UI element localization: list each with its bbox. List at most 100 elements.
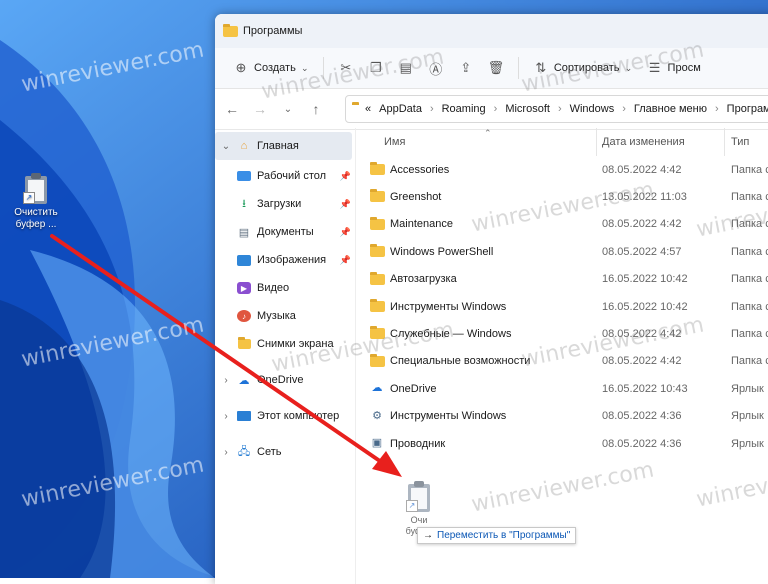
recent-chevron-icon[interactable]: ⌄ <box>281 104 295 115</box>
file-name: Инструменты Windows <box>390 300 507 313</box>
navigation-pane: ⌄ ⌂ Главная Рабочий стол 📌 ⭳ Загрузки 📌 … <box>215 128 356 584</box>
drag-tooltip-text: Переместить в "Программы" <box>437 530 571 541</box>
file-type: Папка с <box>731 355 768 368</box>
table-row[interactable]: Автозагрузка 16.05.2022 10:42 Папка с <box>356 266 768 293</box>
copy-icon[interactable]: ❐ <box>368 60 384 76</box>
delete-icon[interactable]: 🗑 <box>488 60 505 76</box>
file-name: Maintenance <box>390 218 453 231</box>
file-name: Служебные — Windows <box>390 328 512 341</box>
view-button[interactable]: ☰ Просм <box>647 60 701 76</box>
cut-icon[interactable]: ✂ <box>338 60 354 76</box>
table-row[interactable]: ⚙ Инструменты Windows 08.05.2022 4:36 Ярлык <box>356 403 768 430</box>
pin-icon: 📌 <box>339 226 351 237</box>
folder-icon <box>370 271 385 285</box>
sidebar-item-network[interactable]: › 🖧 Сеть <box>215 438 355 466</box>
sidebar-item-desktop[interactable]: Рабочий стол 📌 <box>215 162 355 190</box>
table-row[interactable]: Greenshot 13.05.2022 11:03 Папка с <box>356 183 768 210</box>
share-icon[interactable]: ⇪ <box>458 60 474 76</box>
file-type: Ярлык <box>731 382 764 395</box>
breadcrumb-item[interactable]: AppData <box>379 103 422 115</box>
table-row[interactable]: Maintenance 08.05.2022 4:42 Папка с <box>356 211 768 238</box>
desktop-shortcut-clear-clipboard[interactable]: ↗ Очистить буфер ... <box>10 172 62 231</box>
music-icon: ♪ <box>237 310 251 322</box>
breadcrumb-item[interactable]: Программ <box>727 103 768 115</box>
title-bar[interactable]: Программы <box>215 14 768 48</box>
sidebar-item-pictures[interactable]: Изображения 📌 <box>215 246 355 274</box>
file-name: Accessories <box>390 163 450 176</box>
breadcrumb-item[interactable]: Главное меню <box>634 103 707 115</box>
chevron-right-icon[interactable]: › <box>219 375 233 386</box>
file-date: 08.05.2022 4:57 <box>602 245 682 258</box>
sidebar-item-label: Рабочий стол <box>257 170 327 182</box>
command-bar: ⊕ Создать ⌄ ✂ ❐ ▤ Ⓐ ⇪ 🗑 ⇅ Сортировать ⌄ … <box>215 48 768 89</box>
new-button[interactable]: ⊕ Создать ⌄ <box>233 60 309 76</box>
breadcrumb-item[interactable]: Windows <box>570 103 615 115</box>
file-date: 16.05.2022 10:43 <box>602 382 688 395</box>
rename-icon[interactable]: Ⓐ <box>428 60 444 77</box>
sidebar-item-this-pc[interactable]: › Этот компьютер <box>215 402 355 430</box>
column-divider[interactable] <box>724 128 725 156</box>
sidebar-item-documents[interactable]: ▤ Документы 📌 <box>215 218 355 246</box>
network-icon: 🖧 <box>237 445 251 458</box>
table-row[interactable]: Инструменты Windows 16.05.2022 10:42 Папка… <box>356 293 768 320</box>
file-type: Папка с <box>731 273 768 286</box>
sidebar-item-label: Видео <box>257 282 290 294</box>
sidebar-item-label: Сеть <box>257 446 282 458</box>
file-type: Папка с <box>731 163 768 176</box>
shortcut-icon: ☁ <box>371 382 383 395</box>
up-arrow-icon[interactable]: ↑ <box>309 101 323 117</box>
sidebar-item-label: Снимки экрана <box>257 338 334 350</box>
chevron-right-icon[interactable]: › <box>219 411 233 422</box>
breadcrumb-overflow[interactable]: « <box>365 103 371 115</box>
breadcrumb-item[interactable]: Roaming <box>442 103 486 115</box>
file-date: 08.05.2022 4:36 <box>602 437 682 450</box>
drag-tooltip: → Переместить в "Программы" <box>417 527 577 544</box>
table-row[interactable]: ▣ Проводник 08.05.2022 4:36 Ярлык <box>356 430 768 457</box>
sidebar-item-label: Загрузки <box>257 198 302 210</box>
file-name: Windows PowerShell <box>390 245 494 258</box>
column-header-row: ⌃ Имя Дата изменения Тип <box>356 128 768 156</box>
file-type: Ярлык <box>731 410 764 423</box>
sidebar-item-videos[interactable]: ▶ Видео <box>215 274 355 302</box>
back-arrow-icon[interactable]: ← <box>225 101 239 117</box>
file-explorer-window: Программы ⊕ Создать ⌄ ✂ ❐ ▤ Ⓐ ⇪ 🗑 ⇅ Сорт… <box>215 14 768 584</box>
computer-icon <box>237 411 251 421</box>
sidebar-item-screenshots[interactable]: Снимки экрана <box>215 330 355 358</box>
file-name: Специальные возможности <box>390 355 531 368</box>
file-name: Greenshot <box>390 191 442 204</box>
column-header-type[interactable]: Тип <box>731 136 749 148</box>
chevron-down-icon[interactable]: ⌄ <box>219 141 233 152</box>
column-header-date[interactable]: Дата изменения <box>602 136 685 148</box>
column-divider[interactable] <box>596 128 597 156</box>
breadcrumb-separator-icon: › <box>493 103 498 115</box>
breadcrumb-item[interactable]: Microsoft <box>505 103 550 115</box>
toolbar-divider <box>517 57 519 79</box>
sidebar-item-home[interactable]: ⌄ ⌂ Главная <box>215 132 352 160</box>
chevron-right-icon[interactable]: › <box>219 447 233 458</box>
sidebar-item-label: Этот компьютер <box>257 410 340 422</box>
forward-arrow-icon[interactable]: → <box>253 101 267 117</box>
table-row[interactable]: Специальные возможности 08.05.2022 4:42 Па… <box>356 348 768 375</box>
documents-icon: ▤ <box>238 226 250 239</box>
chevron-down-icon: ⌄ <box>624 62 633 73</box>
paste-icon[interactable]: ▤ <box>398 60 414 76</box>
clipboard-icon: ↗ <box>406 480 432 512</box>
folder-icon <box>237 337 251 351</box>
sidebar-item-downloads[interactable]: ⭳ Загрузки 📌 <box>215 190 355 218</box>
window-title: Программы <box>243 25 303 37</box>
sort-button[interactable]: ⇅ Сортировать ⌄ <box>533 60 633 76</box>
column-header-name[interactable]: Имя <box>384 136 405 148</box>
address-bar[interactable]: « AppData › Roaming › Microsoft › Window… <box>345 95 768 123</box>
toolbar-divider <box>322 57 324 79</box>
file-type: Папка с <box>731 245 768 258</box>
table-row[interactable]: Windows PowerShell 08.05.2022 4:57 Папка с <box>356 238 768 265</box>
sidebar-item-onedrive[interactable]: › ☁ OneDrive <box>215 366 355 394</box>
table-row[interactable]: Служебные — Windows 08.05.2022 4:42 Папка … <box>356 320 768 347</box>
table-row[interactable]: Accessories 08.05.2022 4:42 Папка с <box>356 156 768 183</box>
sidebar-item-music[interactable]: ♪ Музыка <box>215 302 355 330</box>
sort-icon: ⇅ <box>535 60 547 75</box>
table-row[interactable]: ☁ OneDrive 16.05.2022 10:43 Ярлык <box>356 375 768 402</box>
